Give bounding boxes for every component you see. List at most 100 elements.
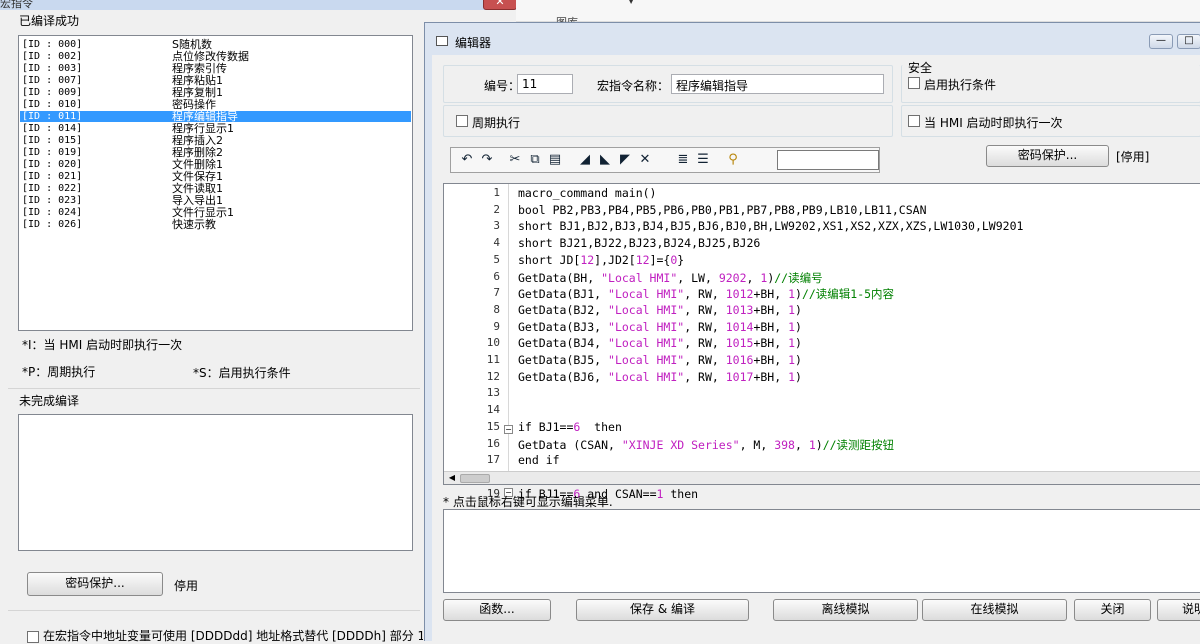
code-line: short JD[12],JD2[12]={0} [518,253,684,267]
macro-name-label: 宏指令名称： [597,79,670,93]
code-token: "Local HMI" [608,353,685,367]
find-icon[interactable]: ⚲ [725,152,741,168]
code-token: "Local HMI" [608,336,685,351]
line-number: 14 [486,403,500,417]
offline-simulation-button[interactable]: 离线模拟 [773,599,918,621]
code-token: GetData (CSAN, [518,437,622,452]
list-item[interactable]: [ID : 011] 程序编辑指导 [20,111,411,122]
maximize-icon[interactable]: □ [1177,34,1200,49]
list-item[interactable]: [ID : 021] 文件保存1 [20,171,411,182]
list-item[interactable]: [ID : 019] 程序删除2 [20,147,411,158]
chevron-down-icon: ▼ [628,0,635,5]
background-window-strip: ▼ [516,0,1200,22]
code-token: "Local HMI" [608,302,685,317]
number-label: 编号： [484,79,521,93]
scroll-thumb[interactable] [460,474,490,483]
run-once-checkbox[interactable] [908,115,920,127]
list-item-name: 程序索引传 [172,62,227,75]
list-item[interactable]: [ID : 026] 快速示教 [20,219,411,230]
code-line: short BJ1,BJ2,BJ3,BJ4,BJ5,BJ6,BJ0,BH,LW9… [518,219,1023,233]
list-item[interactable]: [ID : 015] 程序插入2 [20,135,411,146]
save-compile-button[interactable]: 保存 & 编译 [576,599,749,621]
failed-macro-list[interactable] [18,414,413,551]
line-number: 2 [493,202,500,216]
bookmark-next-icon[interactable]: ◣ [597,152,613,168]
list-item-name: 点位修改传数据 [172,50,249,63]
code-token: bool PB2,PB3,PB4,PB5,PB6,PB0,PB1,PB7,PB8… [518,202,927,217]
scroll-left-icon[interactable]: ◀ [446,473,458,483]
list-item[interactable]: [ID : 014] 程序行显示1 [20,123,411,134]
password-protect-button[interactable]: 密码保护... [27,572,163,596]
bookmark-clear-icon[interactable]: ✕ [637,152,653,168]
list-item[interactable]: [ID : 009] 程序复制1 [20,87,411,98]
minimize-icon[interactable]: — [1149,34,1173,49]
list-item-id: [ID : 007] [22,75,83,86]
code-token: "Local HMI" [608,287,685,302]
code-token: , RW, [684,287,726,302]
help-button[interactable]: 说明 [1157,599,1200,621]
horizontal-scrollbar[interactable]: ◀ [444,471,1200,484]
list-item-id: [ID : 014] [22,123,83,134]
address-format-checkbox[interactable] [27,631,39,643]
fold-toggle-icon[interactable]: − [504,425,513,434]
macro-info-panel: 编号： 11 宏指令名称： 程序编辑指导 [443,65,893,103]
periodic-panel: 周期执行 [443,105,893,137]
line-number: 15 [486,419,500,433]
bookmark-toggle-icon[interactable]: ◢ [577,152,593,168]
code-token: 1014 [725,319,754,334]
undo-icon[interactable]: ↶ [459,152,475,168]
macro-name-field[interactable]: 程序编辑指导 [671,74,884,94]
functions-button[interactable]: 函数... [443,599,551,621]
list-item[interactable]: [ID : 000] S随机数 [20,39,411,50]
code-token: +BH, [753,336,789,351]
code-token: } [677,252,685,267]
line-number: 3 [493,219,500,233]
password-state: 停用 [174,579,199,593]
code-token: , RW, [684,302,726,317]
close-button[interactable]: 关闭 [1074,599,1151,621]
line-number: 4 [493,236,500,250]
find-input[interactable] [777,150,879,170]
list-item[interactable]: [ID : 022] 文件读取1 [20,183,411,194]
copy-icon[interactable]: ⧉ [527,152,543,168]
list-item-id: [ID : 010] [22,99,83,110]
list-item-name: 文件读取1 [172,182,223,195]
code-token: +BH, [753,319,789,334]
code-token: , LW, [677,270,719,285]
indent-icon[interactable]: ≣ [675,152,691,168]
legend-s: *S：启用执行条件 [193,366,291,380]
code-token: macro_command main() [518,186,657,200]
legend-i: *I：当 HMI 启动时即执行一次 [22,338,183,352]
code-token: GetData(BJ2, [518,302,609,317]
redo-icon[interactable]: ↷ [479,152,495,168]
bookmark-prev-icon[interactable]: ◤ [617,152,633,168]
list-item[interactable]: [ID : 002] 点位修改传数据 [20,51,411,62]
list-item[interactable]: [ID : 023] 导入导出1 [20,195,411,206]
close-icon[interactable]: ✕ [483,0,517,10]
line-number: 13 [486,386,500,400]
editor-window: 编辑器 — □ 编号： 11 宏指令名称： 程序编辑指导 周期执行 安全 启用执… [424,22,1200,642]
number-field[interactable]: 11 [517,74,573,94]
list-item[interactable]: [ID : 007] 程序粘贴1 [20,75,411,86]
online-simulation-button[interactable]: 在线模拟 [922,599,1067,621]
cut-icon[interactable]: ✂ [507,152,523,168]
code-line: short BJ21,BJ22,BJ23,BJ24,BJ25,BJ26 [518,236,760,250]
compiled-group-label: 已编译成功 [19,14,80,28]
periodic-checkbox[interactable] [456,115,468,127]
list-item[interactable]: [ID : 010] 密码操作 [20,99,411,110]
list-item[interactable]: [ID : 020] 文件删除1 [20,159,411,170]
code-token: +BH, [753,287,789,302]
outdent-icon[interactable]: ☰ [695,152,711,168]
list-item[interactable]: [ID : 024] 文件行显示1 [20,207,411,218]
run-once-panel: 当 HMI 启动时即执行一次 [901,105,1200,137]
code-line: GetData(BJ1, "Local HMI", RW, 1012+BH, 1… [518,286,894,302]
editor-password-button[interactable]: 密码保护... [986,145,1109,167]
code-token: GetData(BJ6, [518,369,609,384]
code-editor[interactable]: 12345678910111213141516171819 − − macro_… [443,183,1200,501]
code-token: short BJ21,BJ22,BJ23,BJ24,BJ25,BJ26 [518,236,761,251]
paste-icon[interactable]: ▤ [547,152,563,168]
enable-condition-checkbox[interactable] [908,77,920,89]
compiled-macro-list[interactable]: [ID : 000] S随机数 [ID : 002] 点位修改传数据 [ID : 003… [18,35,413,331]
list-item[interactable]: [ID : 003] 程序索引传 [20,63,411,74]
address-format-label: 在宏指令中地址变量可使用 [DDDDdd] 地址格式替代 [DDDDh] 部分 … [43,629,423,643]
